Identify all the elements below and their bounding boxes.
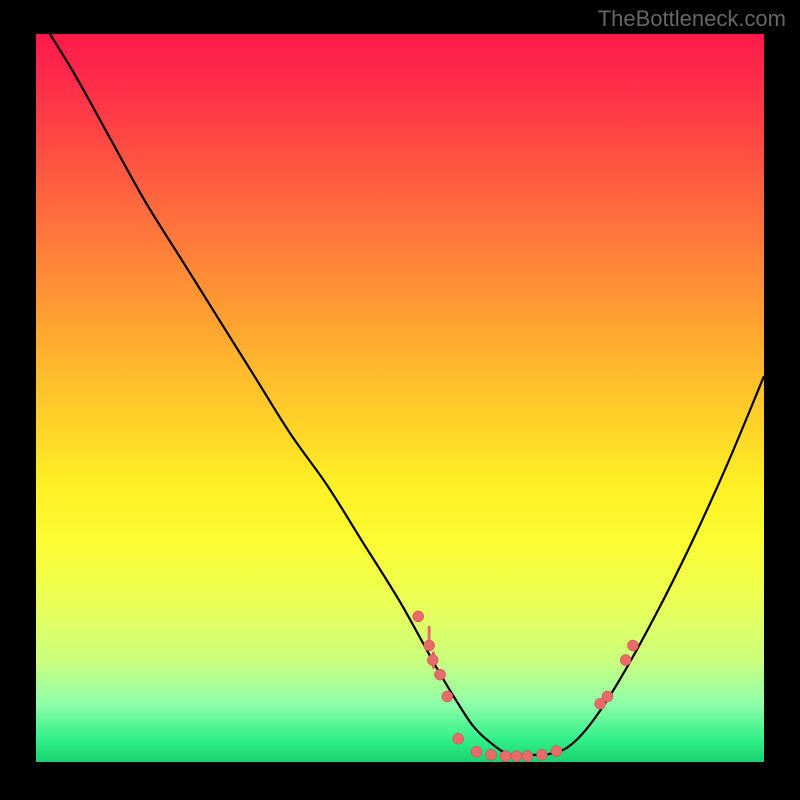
marker-dot: [435, 669, 446, 680]
marker-dot: [536, 749, 547, 760]
marker-dot: [442, 691, 453, 702]
marker-dot: [602, 691, 613, 702]
marker-dot: [551, 746, 562, 757]
curve-svg: [36, 34, 764, 762]
marker-dot: [471, 746, 482, 757]
bottleneck-curve: [36, 34, 764, 756]
marker-dot: [424, 640, 435, 651]
watermark-text: TheBottleneck.com: [598, 6, 786, 32]
marker-dot: [500, 751, 511, 762]
marker-dot: [453, 733, 464, 744]
marker-dot: [522, 751, 533, 762]
marker-dot: [620, 655, 631, 666]
marker-dot: [511, 751, 522, 762]
marker-dot: [413, 611, 424, 622]
marker-dot: [486, 749, 497, 760]
marker-dot: [427, 655, 438, 666]
marker-dot: [627, 640, 638, 651]
plot-area: [36, 34, 764, 762]
